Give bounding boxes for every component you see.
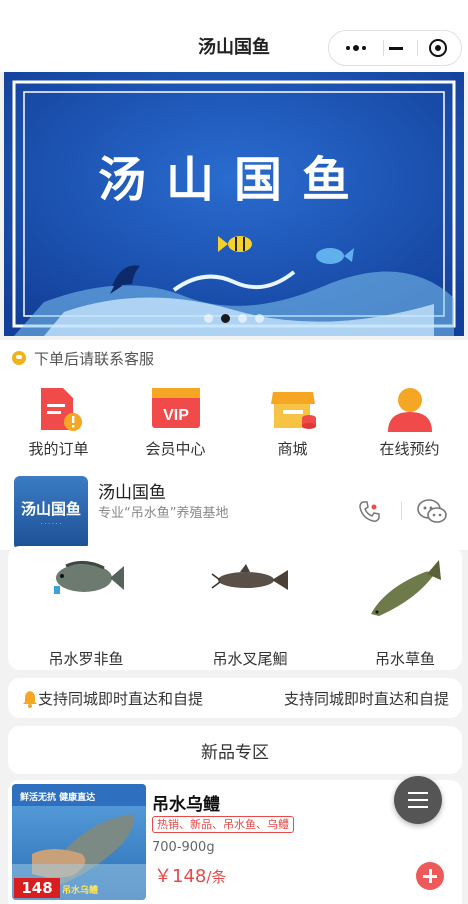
menu-item-orders[interactable]: 我的订单 (0, 376, 117, 466)
carousel-dot[interactable] (238, 314, 247, 323)
miniprogram-capsule (328, 30, 462, 66)
store-logo: 汤山国鱼 · · · · · · (14, 476, 88, 550)
fish-label: 吊水罗非鱼 (48, 650, 124, 668)
more-button[interactable] (335, 31, 377, 65)
fish-item[interactable]: 吊水罗非鱼 (26, 558, 146, 670)
close-button[interactable] (417, 31, 459, 65)
plus-icon (423, 869, 437, 883)
store-logo-subtext: · · · · · · (40, 521, 62, 528)
carousel-dot[interactable] (255, 314, 264, 323)
fish-item[interactable]: 吊水草鱼 (348, 558, 462, 670)
more-dots-icon (346, 45, 366, 51)
grass-carp-image (371, 560, 441, 616)
product-name: 吊水乌鳢 (152, 795, 220, 815)
announcement-marquee: 支持同城即时直达和自提 支持同城即时直达和自提 (8, 678, 462, 718)
tilapia-fish-image (54, 561, 124, 594)
menu-label: 商城 (277, 440, 308, 458)
store-logo-text: 汤山国鱼 (20, 500, 81, 518)
minimize-button[interactable] (375, 31, 417, 65)
product-image-tag: 吊水乌鳢 (62, 886, 99, 896)
notice-text: 下单后请联系客服 (34, 349, 155, 368)
fish-item[interactable]: 吊水叉尾鮰 (190, 558, 310, 670)
section-header: 新品专区 (8, 726, 462, 774)
product-image-headline: 鲜活无抗 健康直达 (20, 793, 96, 803)
carousel-dot[interactable] (204, 314, 213, 323)
product-price: ￥148/条 (154, 862, 226, 888)
minimize-icon (389, 46, 403, 50)
floating-menu-button[interactable] (394, 776, 442, 824)
menu-item-shop[interactable]: 商城 (234, 376, 351, 466)
page: 汤山国鱼 汤山国鱼 下单后请联系客服 我的订单 VIP 会员中心 商城 在线预约… (0, 0, 468, 904)
section-title: 新品专区 (201, 742, 269, 763)
vip-icon: VIP (151, 388, 200, 428)
catfish-image (211, 564, 288, 590)
carousel-indicators (0, 314, 468, 323)
shop-icon (270, 392, 316, 429)
marquee-text: 支持同城即时直达和自提 (284, 690, 450, 708)
fish-category-card: 吊水罗非鱼 吊水叉尾鮰 吊水草鱼 (8, 546, 462, 670)
notice-bar: 下单后请联系客服 (0, 340, 468, 376)
order-icon (40, 388, 82, 431)
close-target-icon (429, 39, 447, 57)
banner-title: 汤山国鱼 (97, 152, 370, 208)
store-divider (401, 502, 402, 520)
add-to-cart-button[interactable] (416, 862, 444, 890)
quick-menu: 我的订单 VIP 会员中心 商城 在线预约 (0, 376, 468, 466)
menu-item-vip[interactable]: VIP 会员中心 (117, 376, 234, 466)
carousel-dot-active[interactable] (221, 314, 230, 323)
store-description: 专业“吊水鱼”养殖基地 (98, 506, 229, 521)
menu-label: 会员中心 (145, 440, 206, 458)
bell-icon (23, 691, 37, 708)
product-tags: 热销、新品、吊水鱼、乌鳢 (152, 816, 294, 833)
price-value: ￥148 (154, 866, 207, 887)
store-card: 汤山国鱼 · · · · · · 汤山国鱼 专业“吊水鱼”养殖基地 (0, 466, 468, 550)
menu-line (408, 792, 428, 794)
menu-item-booking[interactable]: 在线预约 (351, 376, 468, 466)
chat-icon[interactable] (416, 498, 448, 526)
user-icon (387, 388, 432, 432)
product-image[interactable]: 鲜活无抗 健康直达 148 吊水乌鳢 (12, 784, 146, 900)
marquee-text: 支持同城即时直达和自提 (38, 690, 204, 708)
store-name: 汤山国鱼 (98, 483, 166, 503)
megaphone-icon (12, 351, 26, 365)
menu-line (408, 799, 428, 801)
fish-label: 吊水草鱼 (374, 650, 435, 668)
product-spec: 700-900g (152, 840, 215, 855)
svg-text:VIP: VIP (163, 407, 189, 424)
phone-icon[interactable] (357, 500, 381, 524)
product-image-price: 148 (14, 878, 60, 898)
banner-carousel[interactable]: 汤山国鱼 (4, 72, 464, 336)
navbar: 汤山国鱼 (0, 0, 468, 72)
fish-label: 吊水叉尾鮰 (212, 650, 288, 668)
menu-label: 我的订单 (28, 440, 89, 458)
menu-line (408, 806, 428, 808)
menu-label: 在线预约 (379, 440, 440, 458)
price-unit: /条 (206, 868, 227, 886)
